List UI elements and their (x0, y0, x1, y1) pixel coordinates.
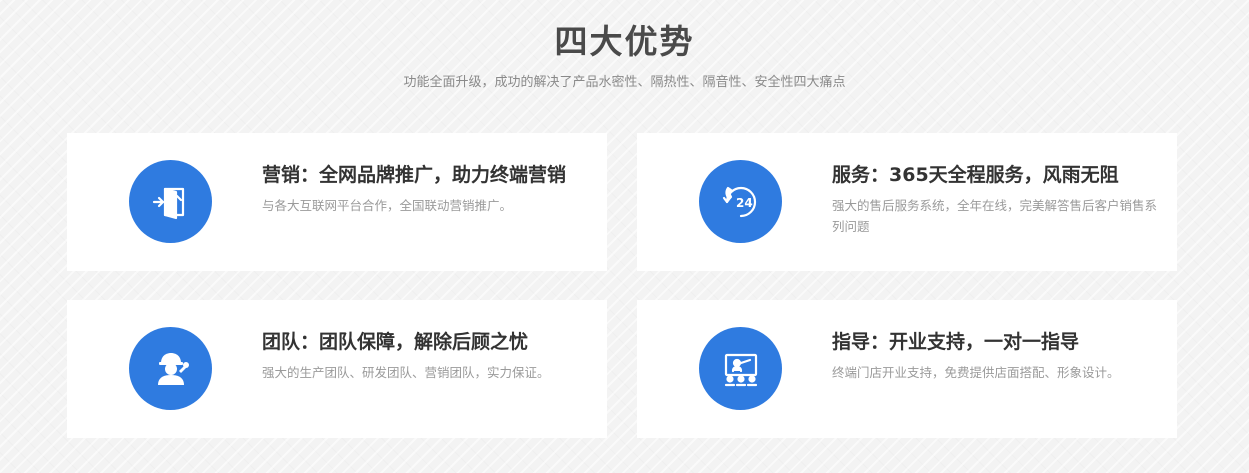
section-subtitle: 功能全面升级，成功的解决了产品水密性、隔热性、隔音性、安全性四大痛点 (403, 75, 846, 90)
card-title: 指导：开业支持，一对一指导 (832, 331, 1080, 353)
door-exit-icon (129, 160, 212, 243)
advantage-card-marketing: 营销：全网品牌推广，助力终端营销 与各大互联网平台合作，全国联动营销推广。 (67, 133, 607, 271)
card-description: 与各大互联网平台合作，全国联动营销推广。 (262, 198, 513, 213)
card-description: 强大的生产团队、研发团队、营销团队，实力保证。 (262, 365, 550, 380)
advantage-card-team: 团队：团队保障，解除后顾之忧 强大的生产团队、研发团队、营销团队，实力保证。 (67, 300, 607, 438)
phone-24h-icon: 24 (699, 160, 782, 243)
card-description: 强大的售后服务系统，全年在线，完美解答售后客户销售系列问题 (832, 198, 1158, 234)
worker-wrench-icon (129, 327, 212, 410)
advantage-card-guidance: 指导：开业支持，一对一指导 终端门店开业支持，免费提供店面搭配、形象设计。 (637, 300, 1177, 438)
advantage-card-service: 24 服务：365天全程服务，风雨无阻 强大的售后服务系统，全年在线，完美解答售… (637, 133, 1177, 271)
training-board-icon (699, 327, 782, 410)
card-description: 终端门店开业支持，免费提供店面搭配、形象设计。 (832, 365, 1120, 380)
section-title: 四大优势 (554, 22, 695, 61)
card-title: 团队：团队保障，解除后顾之忧 (262, 331, 529, 353)
svg-text:24: 24 (736, 196, 753, 210)
card-title: 服务：365天全程服务，风雨无阻 (832, 164, 1119, 186)
card-title: 营销：全网品牌推广，助力终端营销 (262, 164, 567, 186)
